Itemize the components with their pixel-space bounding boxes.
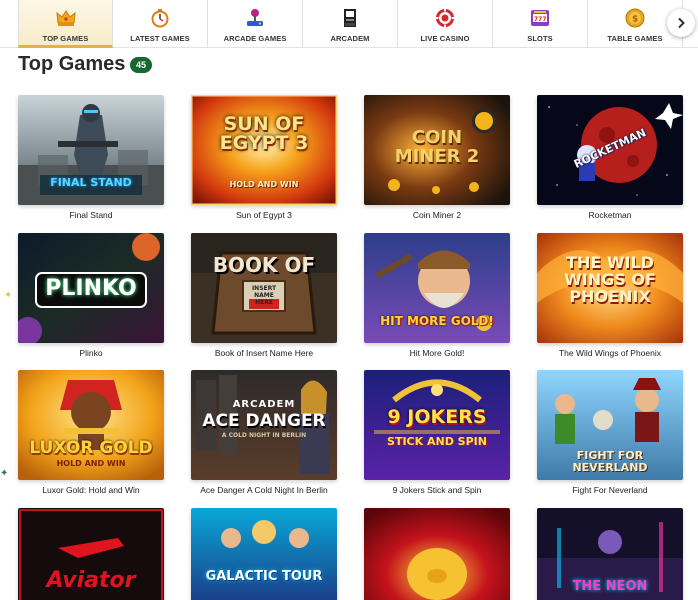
game-card-gold-pig[interactable] [364, 508, 510, 600]
game-name: Ace Danger A Cold Night In Berlin [200, 485, 328, 495]
game-name: Book of Insert Name Here [214, 348, 314, 358]
game-card-ace-danger[interactable]: ARCADEM ACE DANGER A COLD NIGHT IN BERLI… [191, 370, 337, 496]
game-card-plinko[interactable]: PLINKO Plinko [18, 233, 164, 359]
game-count-badge: 45 [130, 57, 152, 73]
game-card-book-of-insert-name-here[interactable]: BOOK OF INSERT NAME HERE Book of Insert … [191, 233, 337, 359]
game-thumbnail: ARCADEM ACE DANGER A COLD NIGHT IN BERLI… [191, 370, 337, 480]
tab-label: ARCADEM [330, 34, 370, 43]
tab-label: TABLE GAMES [607, 34, 663, 43]
game-name: Final Stand [69, 210, 113, 220]
game-art-title: FIGHT FOR NEVERLAND [572, 449, 648, 474]
sparkle-icon: ✦ [4, 290, 13, 301]
game-thumbnail: Aviator [18, 508, 164, 600]
arcade-cabinet-icon [339, 7, 361, 29]
game-art-title: SUN OF EGYPT 3 [219, 113, 309, 154]
game-art-title: BOOK OF [212, 253, 316, 277]
game-thumbnail: LUXOR GOLD HOLD AND WIN [18, 370, 164, 480]
joystick-icon [244, 7, 266, 29]
tab-label: LATEST GAMES [130, 34, 190, 43]
game-art-title: Aviator [46, 568, 136, 593]
game-thumbnail: SUN OF EGYPT 3 HOLD AND WIN [191, 95, 337, 205]
game-card-galactic-tour[interactable]: GALACTIC TOUR [191, 508, 337, 600]
game-name: Hit More Gold! [409, 348, 465, 358]
tab-top-games[interactable]: TOP GAMES [18, 0, 113, 48]
section-title: Top Games [18, 53, 126, 75]
game-thumbnail: THE NEON [537, 508, 683, 600]
game-art-subtitle: HOLD AND WIN [229, 180, 299, 189]
game-card-rocketman[interactable]: ROCKETMAN Rocketman [537, 95, 683, 221]
game-name: Luxor Gold: Hold and Win [42, 485, 140, 495]
game-art-title: COIN MINER 2 [394, 127, 480, 167]
svg-text:777: 777 [534, 16, 547, 23]
game-art-title: 9 JOKERS [387, 406, 487, 428]
game-thumbnail: 9 JOKERS STICK AND SPIN [364, 370, 510, 480]
game-art-subtitle: STICK AND SPIN [387, 435, 487, 448]
game-card-the-neon[interactable]: THE NEON [537, 508, 683, 600]
game-thumbnail: GALACTIC TOUR [191, 508, 337, 600]
tab-arcadem[interactable]: ARCADEM [303, 0, 398, 48]
game-name: The Wild Wings of Phoenix [558, 348, 662, 358]
game-thumbnail: FINAL STAND [18, 95, 164, 205]
game-name: Sun of Egypt 3 [236, 210, 292, 220]
game-name: Coin Miner 2 [412, 210, 462, 220]
chevron-right-icon [678, 17, 685, 29]
game-thumbnail [364, 508, 510, 600]
game-art-title: THE NEON [572, 579, 648, 594]
game-name: 9 Jokers Stick and Spin [392, 485, 482, 495]
category-tabs: TOP GAMES LATEST GAMES ARCADE GAMES ARCA… [0, 0, 698, 48]
tab-label: ARCADE GAMES [223, 34, 287, 43]
game-thumbnail: COIN MINER 2 [364, 95, 510, 205]
tab-label: TOP GAMES [42, 34, 89, 43]
scroll-right-button[interactable] [667, 9, 695, 37]
game-art-title: PLINKO [45, 276, 137, 301]
game-thumbnail: BOOK OF INSERT NAME HERE [191, 233, 337, 343]
game-art-subtitle: INSERT NAME HERE [251, 285, 277, 307]
game-card-hit-more-gold[interactable]: HIT MORE GOLD! Hit More Gold! [364, 233, 510, 359]
game-art-title: FINAL STAND [50, 176, 132, 189]
tab-label: LIVE CASINO [420, 34, 470, 43]
slot-machine-icon: 777 [529, 7, 551, 29]
game-card-9-jokers[interactable]: 9 JOKERS STICK AND SPIN 9 Jokers Stick a… [364, 370, 510, 496]
game-art-title: THE WILD WINGS OF PHOENIX [564, 253, 656, 306]
tab-label: SLOTS [527, 34, 553, 43]
roulette-chip-icon [434, 7, 456, 29]
game-thumbnail: HIT MORE GOLD! [364, 233, 510, 343]
game-art-subtitle: HOLD AND WIN [56, 459, 126, 468]
game-art-title: ACE DANGER [202, 411, 326, 431]
game-card-fight-for-neverland[interactable]: FIGHT FOR NEVERLAND Fight For Neverland [537, 370, 683, 496]
game-card-sun-of-egypt-3[interactable]: SUN OF EGYPT 3 HOLD AND WIN Sun of Egypt… [191, 95, 337, 221]
game-name: Rocketman [588, 210, 632, 220]
game-thumbnail: ROCKETMAN [537, 95, 683, 205]
tab-slots[interactable]: 777 SLOTS [493, 0, 588, 48]
crown-icon [55, 7, 77, 29]
tab-latest-games[interactable]: LATEST GAMES [113, 0, 208, 48]
game-art-subtitle: A COLD NIGHT IN BERLIN [221, 432, 307, 439]
game-name: Fight For Neverland [572, 485, 648, 495]
game-thumbnail: PLINKO [18, 233, 164, 343]
game-art-top: ARCADEM [232, 399, 296, 410]
svg-text:$: $ [632, 15, 638, 25]
game-thumbnail: THE WILD WINGS OF PHOENIX [537, 233, 683, 343]
game-card-final-stand[interactable]: FINAL STAND Final Stand [18, 95, 164, 221]
game-thumbnail: FIGHT FOR NEVERLAND [537, 370, 683, 480]
game-name: Plinko [79, 348, 103, 358]
tab-live-casino[interactable]: LIVE CASINO [398, 0, 493, 48]
game-card-coin-miner-2[interactable]: COIN MINER 2 Coin Miner 2 [364, 95, 510, 221]
game-art-title: HIT MORE GOLD! [380, 314, 494, 328]
game-art-title: LUXOR GOLD [29, 438, 153, 458]
game-card-aviator[interactable]: Aviator [18, 508, 164, 600]
game-card-wild-wings-of-phoenix[interactable]: THE WILD WINGS OF PHOENIX The Wild Wings… [537, 233, 683, 359]
sparkle-icon: ✦ [0, 468, 9, 479]
game-card-luxor-gold[interactable]: LUXOR GOLD HOLD AND WIN Luxor Gold: Hold… [18, 370, 164, 496]
tab-arcade-games[interactable]: ARCADE GAMES [208, 0, 303, 48]
coin-icon: $ [624, 7, 646, 29]
stopwatch-icon [149, 7, 171, 29]
game-art-title: GALACTIC TOUR [205, 569, 323, 584]
